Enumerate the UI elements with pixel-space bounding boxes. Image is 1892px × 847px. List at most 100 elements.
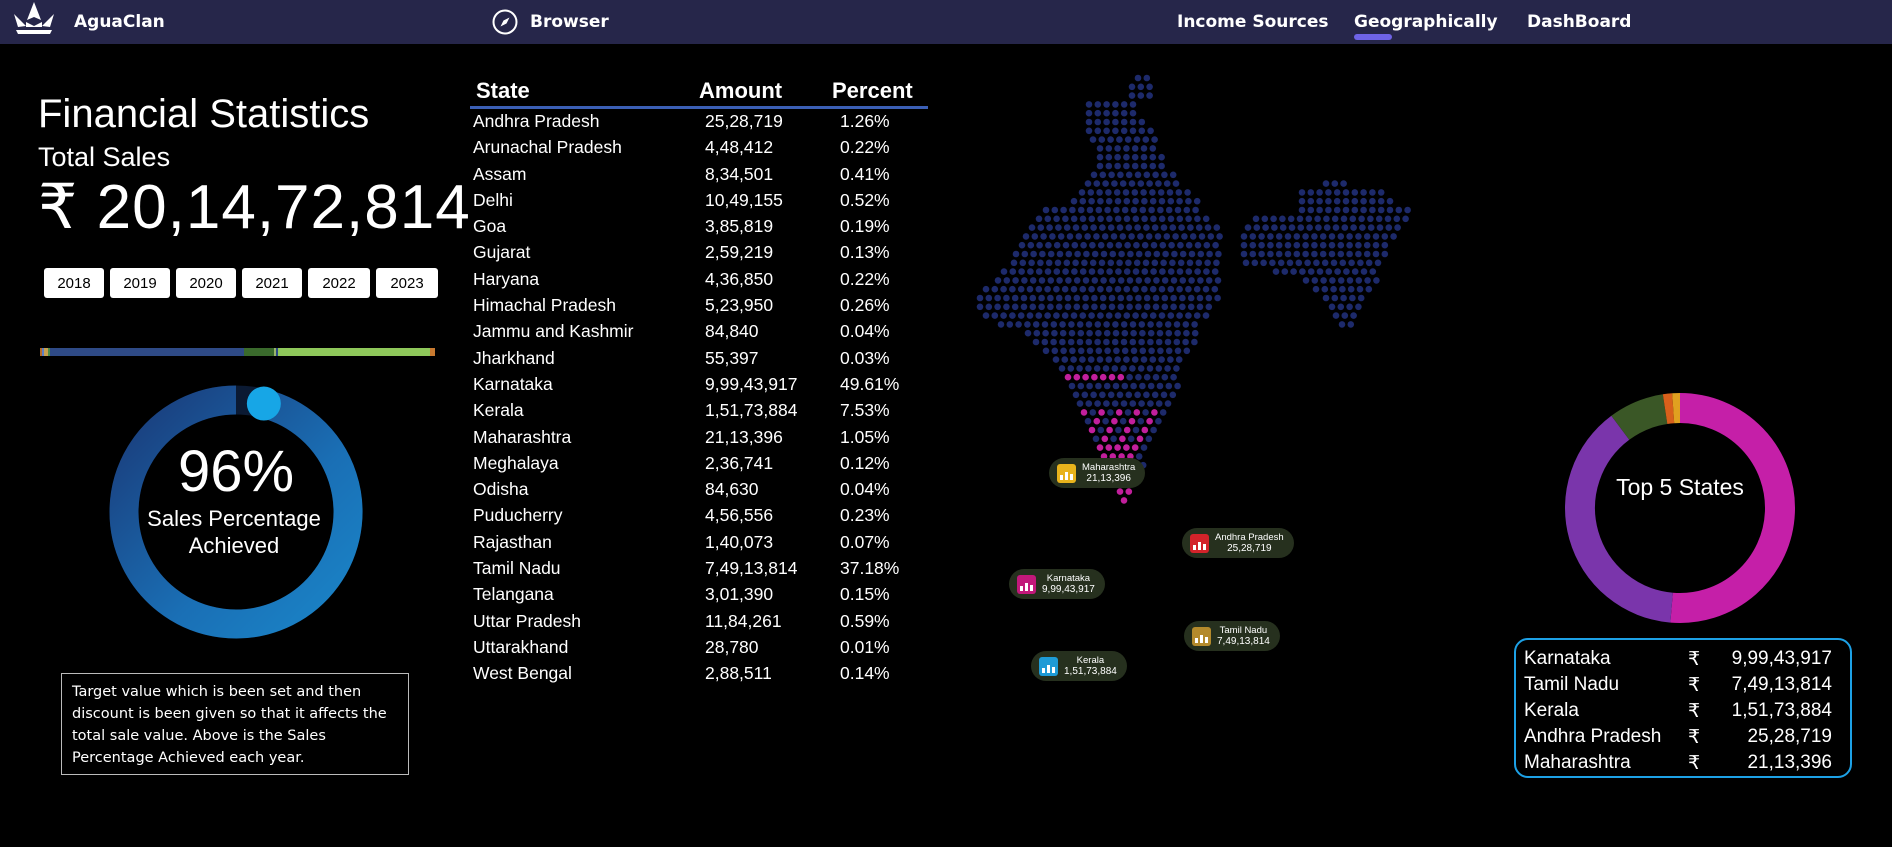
nav-geographically[interactable]: Geographically [1354, 12, 1498, 32]
map-dot [1319, 233, 1327, 240]
map-dot [1386, 197, 1394, 205]
top-bar: AguaClan Browser Income Sources Geograph… [0, 0, 1892, 44]
map-dot [1098, 409, 1105, 416]
map-dot [1117, 303, 1125, 311]
map-dot [1141, 426, 1149, 434]
top5-row: Kerala ₹1,51,73,884 [1524, 700, 1850, 726]
donut-slice[interactable] [1662, 393, 1675, 424]
map-dot [1149, 145, 1157, 152]
state-cell: Assam [473, 163, 527, 184]
callout-maharashtra[interactable]: Maharashtra 21,13,396 [1049, 458, 1146, 488]
map-dot [1338, 321, 1346, 328]
map-dot [1088, 426, 1096, 434]
table-row: Kerala 1,51,73,884 7.53% [470, 399, 928, 425]
callout-andhra-pradesh[interactable]: Andhra Pradesh 25,28,719 [1182, 528, 1294, 558]
map-dot [1074, 250, 1081, 258]
year-button-2021[interactable]: 2021 [242, 268, 302, 298]
nav-dashboard[interactable]: DashBoard [1527, 12, 1631, 32]
map-dot [1350, 312, 1357, 319]
map-dot [1321, 285, 1329, 293]
target-note: Target value which is been set and then … [61, 673, 409, 775]
total-sales-label: Total Sales [38, 142, 171, 172]
map-dot [1126, 373, 1133, 381]
map-dot [1351, 268, 1359, 275]
callout-karnataka[interactable]: Karnataka 9,99,43,917 [1009, 569, 1105, 599]
donut-slice[interactable] [1565, 415, 1674, 623]
map-dot [1003, 294, 1010, 302]
map-dot [1044, 285, 1051, 293]
map-dot [1073, 294, 1081, 302]
callout-kerala[interactable]: Kerala 1,51,73,884 [1031, 651, 1127, 681]
top5-state: Tamil Nadu [1524, 674, 1620, 695]
map-dot [1146, 365, 1154, 372]
amount-cell: 55,397 [705, 347, 759, 368]
map-dot [1045, 259, 1053, 267]
map-dot [1185, 312, 1192, 319]
year-button-2020[interactable]: 2020 [176, 268, 236, 298]
map-dot [1132, 426, 1140, 434]
map-dot [1079, 312, 1087, 319]
map-dot [1142, 409, 1149, 416]
map-dot [1053, 241, 1061, 249]
map-dot [1126, 294, 1133, 302]
callout-tamil-nadu[interactable]: Tamil Nadu 7,49,13,814 [1184, 621, 1280, 651]
map-dot [1185, 197, 1192, 205]
map-dot [1155, 400, 1163, 407]
map-dot [1095, 382, 1102, 390]
map-dot [1081, 259, 1088, 267]
map-dot [1100, 277, 1107, 284]
map-dot [1115, 409, 1123, 416]
year-button-2019[interactable]: 2019 [110, 268, 170, 298]
map-dot [1006, 321, 1014, 328]
map-dot [1395, 206, 1403, 214]
map-dot [1067, 365, 1075, 372]
map-dot [1135, 303, 1142, 311]
map-dot [1319, 241, 1327, 249]
map-dot [1341, 312, 1349, 319]
map-dot [1135, 277, 1143, 284]
table-row: Gujarat 2,59,219 0.13% [470, 241, 928, 267]
map-dot [1103, 400, 1110, 407]
year-button-2023[interactable]: 2023 [376, 268, 438, 298]
year-button-2022[interactable]: 2022 [308, 268, 370, 298]
map-dot [1339, 285, 1346, 293]
map-dot [1179, 294, 1186, 302]
crown-logo-icon[interactable] [8, 0, 60, 40]
map-dot [1322, 294, 1330, 302]
map-dot [1003, 303, 1010, 311]
year-slicer: 2018 2019 2020 2021 2022 2023 [44, 268, 438, 298]
browser-button[interactable]: Browser [492, 8, 609, 36]
map-dot [1075, 233, 1083, 240]
map-dot [1009, 312, 1016, 319]
map-dot [1027, 241, 1035, 249]
map-dot [1115, 268, 1122, 275]
map-dot [1047, 303, 1054, 311]
map-dot [1105, 312, 1113, 319]
map-dot [1169, 259, 1176, 267]
percent-cell: 0.01% [840, 636, 890, 657]
map-dot [1099, 391, 1106, 399]
map-dot [1185, 268, 1193, 275]
map-dot [1311, 241, 1318, 249]
donut-slice[interactable] [1611, 394, 1668, 441]
year-button-2018[interactable]: 2018 [44, 268, 104, 298]
map-dot [1138, 400, 1145, 407]
donut-slice[interactable] [1670, 393, 1795, 623]
map-dot [1295, 259, 1303, 267]
map-dot [1196, 303, 1204, 311]
nav-income-sources[interactable]: Income Sources [1177, 12, 1328, 32]
percent-cell: 0.19% [840, 216, 890, 237]
map-dot [1021, 277, 1028, 284]
gauge-percent: 96% [177, 439, 295, 504]
map-dot [1112, 109, 1119, 117]
map-dot [1088, 215, 1096, 223]
map-dot [1381, 233, 1389, 240]
map-dot [1207, 233, 1215, 240]
map-dot [985, 294, 993, 302]
map-dot [1070, 356, 1077, 363]
map-dot [1131, 444, 1139, 451]
map-dot [1104, 206, 1111, 214]
map-dot [1307, 189, 1315, 196]
map-dot [1146, 83, 1153, 91]
map-dot [1056, 277, 1063, 284]
